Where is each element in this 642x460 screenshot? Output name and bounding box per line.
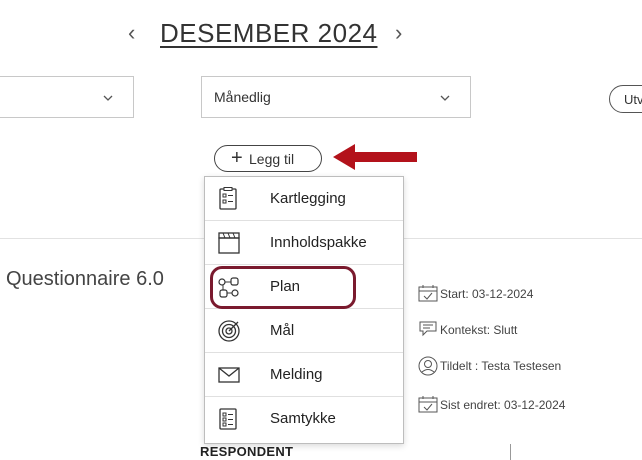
month-title[interactable]: DESEMBER 2024 <box>160 18 377 48</box>
menu-item-label: Samtykke <box>270 410 336 427</box>
chevron-down-icon <box>440 95 450 101</box>
menu-item-label: Mål <box>270 322 295 339</box>
menu-item-label: Melding <box>270 366 323 383</box>
context-row: Kontekst: Slutt <box>418 320 638 340</box>
utv-button-label: Utv <box>624 92 642 107</box>
questionnaire-title[interactable]: Questionnaire 6.0 <box>6 268 164 291</box>
add-button-label: Legg til <box>249 151 295 167</box>
envelope-icon <box>218 367 240 383</box>
menu-item-kartlegging[interactable]: Kartlegging <box>205 177 403 221</box>
calendar-icon <box>418 285 438 302</box>
respondent-column-header: RESPONDENT <box>200 444 294 459</box>
user-avatar-icon <box>418 356 438 376</box>
plus-icon: + <box>231 147 243 169</box>
month-navigation: ‹ DESEMBER 2024 › <box>0 14 642 54</box>
frequency-value: Månedlig <box>214 89 271 105</box>
form-icon <box>219 408 237 430</box>
column-separator <box>510 444 511 460</box>
last-changed-row: Sist endret: 03-12-2024 <box>418 395 638 415</box>
red-arrow-annotation <box>333 144 417 170</box>
calendar-icon <box>418 396 438 413</box>
assigned-to: Tildelt : Testa Testesen <box>440 359 562 373</box>
add-button[interactable]: + Legg til <box>214 145 322 172</box>
menu-item-samtykke[interactable]: Samtykke <box>205 397 403 441</box>
previous-month-button[interactable]: ‹ <box>128 18 135 48</box>
context-value: Kontekst: Slutt <box>440 323 518 337</box>
frequency-select[interactable]: Månedlig <box>201 76 471 118</box>
left-filter-select[interactable] <box>0 76 134 118</box>
assigned-row: Tildelt : Testa Testesen <box>418 356 638 376</box>
chevron-down-icon <box>103 95 113 101</box>
add-dropdown-menu: Kartlegging Innholdspakke Plan Mål Meldi… <box>204 176 404 444</box>
next-month-button[interactable]: › <box>395 18 402 48</box>
menu-item-label: Kartlegging <box>270 190 346 207</box>
menu-item-innholdspakke[interactable]: Innholdspakke <box>205 221 403 265</box>
target-icon <box>218 320 240 342</box>
utv-button[interactable]: Utv <box>609 85 642 113</box>
plan-highlight-annotation <box>210 266 356 309</box>
start-date-row: Start: 03-12-2024 <box>418 284 638 304</box>
speech-bubble-icon <box>419 321 437 337</box>
menu-item-melding[interactable]: Melding <box>205 353 403 397</box>
last-changed-date: Sist endret: 03-12-2024 <box>440 398 566 412</box>
clapperboard-icon <box>218 232 240 254</box>
start-date: Start: 03-12-2024 <box>440 287 534 301</box>
menu-item-label: Innholdspakke <box>270 234 367 251</box>
checklist-icon <box>219 187 237 210</box>
menu-item-mal[interactable]: Mål <box>205 309 403 353</box>
